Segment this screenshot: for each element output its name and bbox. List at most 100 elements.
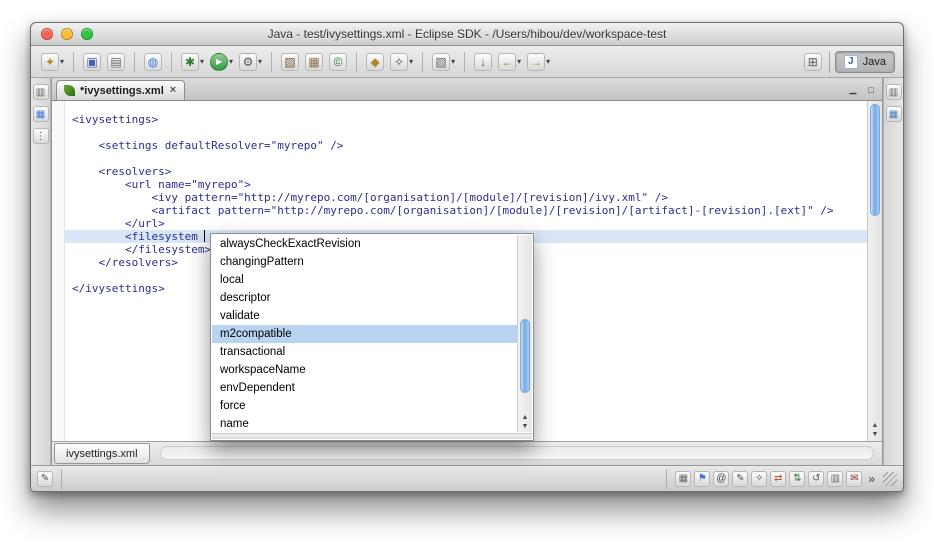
dropdown-arrow-icon[interactable]: ▾ (409, 57, 413, 66)
editor-bottom-tab[interactable]: ivysettings.xml (54, 443, 150, 464)
open-resource-button[interactable]: ▧▾ (430, 50, 457, 74)
bookmarks-view-button[interactable]: ⚑ (694, 471, 710, 487)
code-line[interactable] (65, 152, 867, 165)
console-view-button[interactable]: ▥ (827, 471, 843, 487)
declaration-view-button[interactable]: ✎ (732, 471, 748, 487)
new-java-package-button[interactable]: ▦ (303, 50, 325, 74)
close-window-button[interactable] (41, 28, 53, 40)
completion-item[interactable]: force (212, 397, 517, 415)
overflow-chevron-icon[interactable]: » (865, 472, 878, 486)
toolbar-separator (271, 52, 272, 72)
debug-button[interactable]: ✱▾ (179, 50, 206, 74)
search-view-button[interactable]: ✧ (751, 471, 767, 487)
editor-horizontal-scrollbar[interactable] (160, 446, 874, 460)
dropdown-arrow-icon[interactable]: ▾ (546, 57, 550, 66)
code-line[interactable]: <settings defaultResolver="myrepo" /> (65, 139, 867, 152)
run-button[interactable]: ▶▾ (208, 50, 235, 74)
open-web-browser-button[interactable]: ◍ (142, 50, 164, 74)
outline-view-button[interactable]: ▦ (886, 106, 902, 122)
save-button[interactable]: ▣ (81, 50, 103, 74)
maximize-editor-button[interactable]: □ (864, 85, 878, 95)
create-jar-icon: ◆ (366, 53, 384, 71)
dropdown-arrow-icon[interactable]: ▾ (517, 57, 521, 66)
completion-item[interactable]: m2compatible (212, 325, 517, 343)
completion-item[interactable]: name (212, 415, 517, 432)
minimized-views-button[interactable]: ⋮ (33, 128, 49, 144)
completion-item[interactable]: envDependent (212, 379, 517, 397)
last-edit-location-button[interactable]: ↓ (472, 50, 494, 74)
back-button[interactable]: ←▾ (496, 50, 523, 74)
code-line[interactable]: </url> (65, 217, 867, 230)
new-java-class-button[interactable]: © (327, 50, 349, 74)
call-hierarchy-view-button[interactable]: ⇄ (770, 471, 786, 487)
java-perspective-button[interactable]: J Java (835, 51, 895, 73)
forward-button[interactable]: →▾ (525, 50, 552, 74)
new-java-project-icon: ▨ (281, 53, 299, 71)
scroll-down-button[interactable]: ▼ (518, 422, 532, 431)
debug-icon: ✱ (181, 53, 199, 71)
text-cursor (204, 230, 205, 242)
new-java-project-button[interactable]: ▨ (279, 50, 301, 74)
code-line[interactable]: <ivy pattern="http://myrepo.com/[organis… (65, 191, 867, 204)
completion-item[interactable]: transactional (212, 343, 517, 361)
completion-item[interactable]: workspaceName (212, 361, 517, 379)
completion-item[interactable]: validate (212, 307, 517, 325)
dropdown-arrow-icon[interactable]: ▾ (60, 57, 64, 66)
open-perspective-button[interactable]: ⊞ (802, 50, 824, 74)
save-icon: ▣ (83, 53, 101, 71)
desktop: Java - test/ivysettings.xml - Eclipse SD… (0, 0, 934, 547)
restore-editor-area-button[interactable]: ▥ (886, 84, 902, 100)
java-perspective-icon: J (844, 55, 858, 69)
javadoc-view-button[interactable]: @ (713, 471, 729, 487)
history-view-button[interactable]: ↺ (808, 471, 824, 487)
editor-vertical-scrollbar[interactable]: ▲ ▼ (867, 101, 882, 441)
popup-scrollbar[interactable]: ▲ ▼ (517, 235, 532, 432)
code-line[interactable]: <ivysettings> (65, 113, 867, 126)
synchronize-view-button[interactable]: ⇅ (789, 471, 805, 487)
history-view-icon: ↺ (808, 471, 824, 487)
dropdown-arrow-icon[interactable]: ▾ (200, 57, 204, 66)
scroll-up-button[interactable]: ▲ (868, 421, 882, 430)
outline-view-icon: ▦ (886, 106, 902, 122)
completion-item[interactable]: local (212, 271, 517, 289)
package-explorer-view-button[interactable]: ▦ (33, 106, 49, 122)
print-button[interactable]: ▤ (105, 50, 127, 74)
scroll-up-button[interactable]: ▲ (518, 413, 532, 422)
dropdown-arrow-icon[interactable]: ▾ (229, 57, 233, 66)
completion-item[interactable]: descriptor (212, 289, 517, 307)
completion-item[interactable]: changingPattern (212, 253, 517, 271)
external-tools-button[interactable]: ⚙▾ (237, 50, 264, 74)
minimize-editor-button[interactable]: ▁ (846, 84, 860, 95)
code-line[interactable]: <artifact pattern="http://myrepo.com/[or… (65, 204, 867, 217)
window-resize-grip[interactable] (883, 472, 897, 486)
editor-scrollbar-thumb[interactable] (870, 104, 880, 216)
error-log-view-button[interactable]: ✉ (846, 471, 862, 487)
scroll-down-button[interactable]: ▼ (868, 430, 882, 439)
package-explorer-view-icon: ▦ (33, 106, 49, 122)
new-wizard-button[interactable]: ✦▾ (39, 50, 66, 74)
restore-editor-area-button[interactable]: ▥ (33, 84, 49, 100)
problems-view-button[interactable]: ▦ (675, 471, 691, 487)
java-search-button[interactable]: ✧▾ (388, 50, 415, 74)
toolbar-separator (171, 52, 172, 72)
external-tools-icon: ⚙ (239, 53, 257, 71)
code-line[interactable] (65, 126, 867, 139)
annotation-ruler[interactable] (52, 101, 65, 441)
titlebar[interactable]: Java - test/ivysettings.xml - Eclipse SD… (31, 23, 903, 46)
editor-tab[interactable]: *ivysettings.xml × (56, 80, 185, 100)
popup-resize-handle[interactable] (212, 433, 532, 439)
code-line[interactable]: <url name="myrepo"> (65, 178, 867, 191)
close-tab-icon[interactable]: × (169, 85, 177, 96)
completion-item[interactable]: alwaysCheckExactRevision (212, 235, 517, 253)
fast-view-bar-button[interactable]: ✎ (37, 471, 53, 487)
perspective-switcher: ⊞ J Java (802, 50, 895, 74)
popup-scrollbar-thumb[interactable] (520, 319, 530, 393)
new-java-package-icon: ▦ (305, 53, 323, 71)
create-jar-button[interactable]: ◆ (364, 50, 386, 74)
minimize-window-button[interactable] (61, 28, 73, 40)
zoom-window-button[interactable] (81, 28, 93, 40)
run-icon: ▶ (210, 53, 228, 71)
dropdown-arrow-icon[interactable]: ▾ (258, 57, 262, 66)
dropdown-arrow-icon[interactable]: ▾ (451, 57, 455, 66)
code-line[interactable]: <resolvers> (65, 165, 867, 178)
